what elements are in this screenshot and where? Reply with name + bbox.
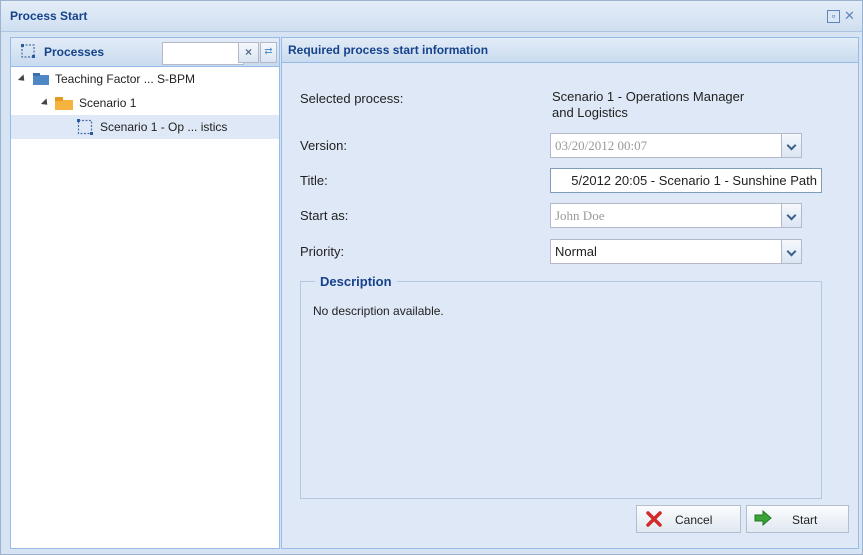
- restore-icon[interactable]: ▫: [827, 10, 840, 23]
- selected-process-line1: Scenario 1 - Operations Manager: [552, 89, 745, 104]
- tree-node-category[interactable]: Teaching Factor ... S-BPM: [11, 67, 279, 91]
- category-icon: [33, 73, 49, 85]
- window-title: Process Start: [10, 9, 88, 23]
- priority-value: Normal: [555, 244, 597, 259]
- title-input[interactable]: 5/2012 20:05 - Scenario 1 - Sunshine Pat…: [550, 168, 822, 193]
- process-filter-input[interactable]: [162, 42, 244, 65]
- close-icon[interactable]: ✕: [844, 9, 855, 22]
- start-button[interactable]: Start: [746, 505, 849, 533]
- title-label: Title:: [300, 173, 328, 188]
- processes-panel-header: Processes × ⇄: [11, 38, 279, 67]
- start-label: Start: [792, 513, 818, 527]
- version-value: 03/20/2012 00:07: [555, 138, 648, 153]
- version-label: Version:: [300, 138, 347, 153]
- description-text: No description available.: [313, 304, 444, 318]
- start-as-value: John Doe: [555, 208, 605, 223]
- folder-icon: [55, 97, 73, 110]
- selected-process-value: Scenario 1 - Operations Manager and Logi…: [552, 89, 744, 121]
- chevron-down-icon[interactable]: [781, 134, 801, 157]
- cancel-icon: [646, 511, 662, 527]
- selected-process-line2: and Logistics: [552, 105, 628, 120]
- chevron-down-icon[interactable]: [781, 204, 801, 227]
- description-fieldset: Description No description available.: [300, 274, 822, 499]
- tree-node-label: Scenario 1: [79, 96, 137, 110]
- process-start-window: Process Start ▫ ✕ Processes × ⇄ Teaching…: [0, 0, 863, 555]
- tree-node-folder[interactable]: Scenario 1: [11, 91, 279, 115]
- title-value: 5/2012 20:05 - Scenario 1 - Sunshine Pat…: [571, 173, 817, 188]
- cancel-button[interactable]: Cancel: [636, 505, 741, 533]
- start-info-panel: Required process start information Selec…: [281, 37, 859, 549]
- version-select[interactable]: 03/20/2012 00:07: [550, 133, 802, 158]
- processes-panel: Processes × ⇄ Teaching Factor ... S-BPM: [10, 37, 280, 549]
- tree-node-process[interactable]: Scenario 1 - Op ... istics: [11, 115, 279, 139]
- expand-arrow-icon[interactable]: [40, 98, 51, 108]
- expand-arrow-icon[interactable]: [17, 74, 28, 84]
- description-legend: Description: [315, 274, 397, 289]
- start-as-select[interactable]: John Doe: [550, 203, 802, 228]
- tree-node-label: Teaching Factor ... S-BPM: [55, 72, 196, 86]
- process-tree: Teaching Factor ... S-BPM Scenario 1 Sce…: [11, 67, 279, 139]
- start-as-label: Start as:: [300, 208, 349, 223]
- processes-title: Processes: [44, 45, 105, 59]
- refresh-icon[interactable]: ⇄: [260, 42, 277, 63]
- arrow-right-icon: [754, 510, 772, 526]
- start-info-header: Required process start information: [282, 38, 858, 63]
- window-titlebar[interactable]: Process Start ▫ ✕: [1, 1, 862, 32]
- clear-filter-button[interactable]: ×: [238, 42, 259, 63]
- cancel-label: Cancel: [675, 513, 713, 527]
- selected-process-label: Selected process:: [300, 91, 404, 106]
- chevron-down-icon[interactable]: [781, 240, 801, 263]
- process-icon: [21, 44, 35, 58]
- process-icon: [77, 119, 93, 135]
- priority-label: Priority:: [300, 244, 345, 259]
- tree-node-label: Scenario 1 - Op ... istics: [100, 120, 228, 134]
- priority-select[interactable]: Normal: [550, 239, 802, 264]
- start-info-title: Required process start information: [288, 43, 489, 57]
